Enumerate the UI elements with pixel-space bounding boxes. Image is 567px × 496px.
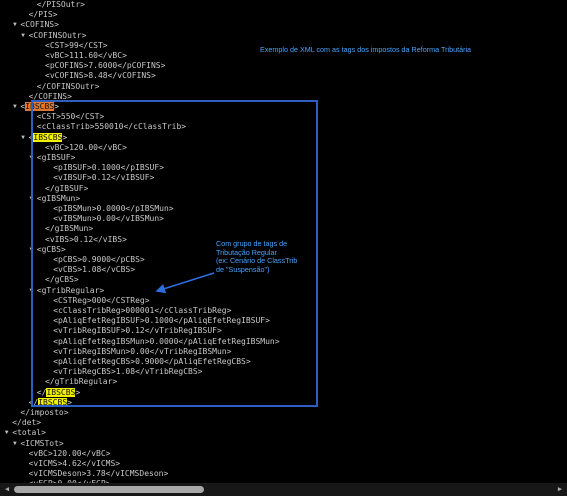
xml-viewer[interactable]: </PISOutr> </PIS> ▼ <COFINS> ▼ <COFINSOutr> <C… xyxy=(0,0,567,483)
scrollbar-thumb[interactable] xyxy=(14,486,204,493)
horizontal-scrollbar[interactable]: ◀ ▶ xyxy=(0,483,567,496)
scroll-left-icon[interactable]: ◀ xyxy=(3,485,11,494)
annotation-arrow xyxy=(155,272,215,294)
scroll-right-icon[interactable]: ▶ xyxy=(556,485,564,494)
